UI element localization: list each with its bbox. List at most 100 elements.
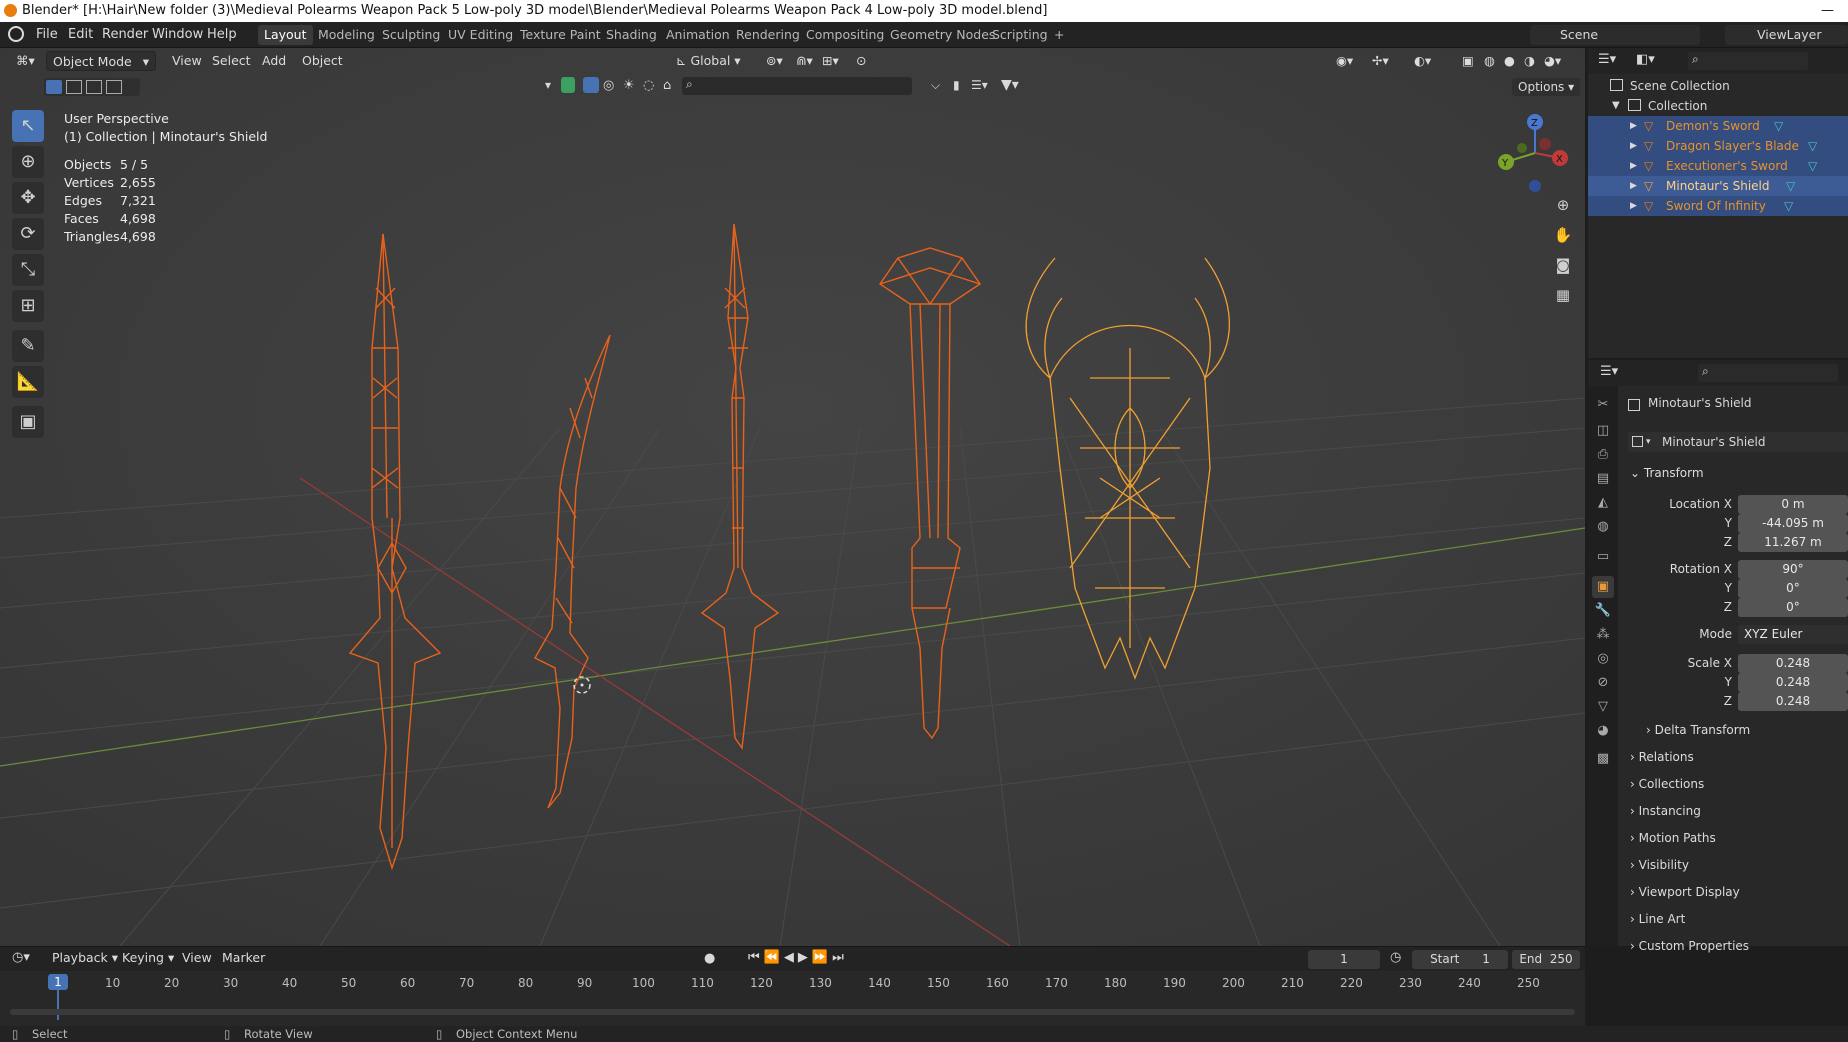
filter-mesh-icon[interactable] [583, 77, 599, 93]
add-cube-tool[interactable]: ▣ [12, 406, 44, 438]
menu-edit[interactable]: Edit [68, 27, 93, 42]
xray-toggle-icon[interactable]: ▣ [1456, 51, 1480, 71]
tab-compositing[interactable]: Compositing [800, 25, 890, 45]
motion-paths-panel[interactable]: › Motion Paths [1630, 827, 1848, 849]
bookmark-icon[interactable]: ▮ [953, 78, 960, 92]
particles-tab-icon[interactable]: ⁂ [1592, 624, 1614, 646]
scale-y-field[interactable]: 0.248 [1738, 673, 1848, 692]
line-art-panel[interactable]: › Line Art [1630, 908, 1848, 930]
tool-tab-icon[interactable]: ✂ [1592, 394, 1614, 416]
menu-select[interactable]: Select [206, 51, 257, 71]
sort-icon[interactable]: ☰▾ [971, 78, 988, 92]
tab-uv-editing[interactable]: UV Editing [442, 25, 519, 45]
select-invert-icon[interactable] [106, 80, 122, 94]
rotation-z-field[interactable]: 0° [1738, 598, 1848, 617]
timeline-scrollbar[interactable] [10, 1009, 1575, 1015]
menu-add[interactable]: Add [256, 51, 292, 71]
snap-icon[interactable]: ⋒▾ [790, 51, 819, 71]
stopwatch-icon[interactable]: ◷ [1390, 950, 1401, 965]
pivot-point-icon[interactable]: ⊚▾ [760, 51, 789, 71]
ortho-grid-icon[interactable]: ▦ [1550, 282, 1576, 308]
navigation-gizmo[interactable]: Z Y X [1490, 108, 1580, 198]
select-new-icon[interactable] [46, 80, 62, 94]
render-tab-icon[interactable]: ◫ [1592, 420, 1614, 442]
pan-hand-icon[interactable]: ✋ [1550, 222, 1576, 248]
object-type-icon[interactable] [561, 77, 575, 93]
location-x-field[interactable]: 0 m [1738, 495, 1848, 514]
constraints-tab-icon[interactable]: ⊘ [1592, 672, 1614, 694]
view-layer-tab-icon[interactable]: ▤ [1592, 468, 1614, 490]
outliner-item[interactable]: ▶ ▽ Sword Of Infinity ▽ [1588, 196, 1848, 216]
physics-tab-icon[interactable]: ◎ [1592, 648, 1614, 670]
view-layer-selector[interactable]: ViewLayer [1725, 25, 1848, 45]
rotation-x-field[interactable]: 90° [1738, 560, 1848, 579]
cursor-tool[interactable]: ⊕ [12, 146, 44, 178]
outliner-collection[interactable]: ▼ Collection [1588, 96, 1848, 116]
chevron-down-icon[interactable]: ▾ [545, 78, 551, 92]
select-box-tool[interactable]: ↖ [12, 110, 44, 142]
menu-help[interactable]: Help [207, 27, 237, 42]
object-name-field[interactable]: ▾ Minotaur's Shield [1628, 432, 1848, 452]
menu-object[interactable]: Object [296, 51, 349, 71]
transform-panel-header[interactable]: ⌄ Transform [1630, 462, 1848, 484]
tab-scripting[interactable]: Scripting [986, 25, 1054, 45]
expand-right-icon[interactable]: ▶ [1630, 176, 1637, 196]
end-frame-field[interactable]: End 250 [1512, 950, 1580, 969]
camera-icon[interactable]: ◙ [1550, 252, 1576, 278]
menu-keying[interactable]: Keying ▾ [116, 948, 180, 968]
menu-file[interactable]: File [36, 27, 58, 42]
snap-target-icon[interactable]: ⊞▾ [816, 51, 845, 71]
menu-window[interactable]: Window [152, 27, 203, 42]
tab-geometry-nodes[interactable]: Geometry Nodes [884, 25, 1001, 45]
modifier-tab-icon[interactable]: 🔧 [1592, 600, 1614, 622]
viewport-display-panel[interactable]: › Viewport Display [1630, 881, 1848, 903]
measure-tool[interactable]: 📐 [12, 366, 44, 398]
scale-x-field[interactable]: 0.248 [1738, 654, 1848, 673]
properties-search-input[interactable]: ⌕ [1698, 364, 1838, 382]
annotate-tool[interactable]: ✎ [12, 330, 44, 362]
filter-camera-icon[interactable]: ◌ [643, 78, 654, 93]
editor-type-icon[interactable]: ⌘▾ [10, 51, 41, 71]
location-z-field[interactable]: 11.267 m [1738, 533, 1848, 552]
material-tab-icon[interactable]: ◕ [1592, 720, 1614, 742]
proportional-edit-icon[interactable]: ⊙ [850, 51, 872, 71]
texture-tab-icon[interactable]: ▩ [1592, 748, 1614, 770]
rotation-y-field[interactable]: 0° [1738, 579, 1848, 598]
tab-sculpting[interactable]: Sculpting [376, 25, 446, 45]
expand-down-icon[interactable]: ▼ [1612, 96, 1620, 116]
outliner-editor-icon[interactable]: ☰▾ [1598, 52, 1616, 67]
custom-properties-panel[interactable]: › Custom Properties [1630, 935, 1848, 957]
tab-modeling[interactable]: Modeling [312, 25, 381, 45]
tab-animation[interactable]: Animation [660, 25, 736, 45]
selection-mode-buttons[interactable] [44, 78, 140, 96]
shading-rendered-icon[interactable]: ◕▾ [1538, 51, 1567, 71]
current-frame-indicator[interactable]: 1 [48, 974, 68, 990]
rotate-tool[interactable]: ⟳ [12, 218, 44, 250]
menu-playback[interactable]: Playback ▾ [46, 948, 124, 968]
expand-right-icon[interactable]: ▶ [1630, 136, 1637, 156]
select-subtract-icon[interactable] [86, 80, 102, 94]
outliner-item[interactable]: ▶ ▽ Dragon Slayer's Blade ▽ [1588, 136, 1848, 156]
playback-controls[interactable]: ⏮⏪◀▶⏩⏭ [748, 950, 848, 965]
select-extend-icon[interactable] [66, 80, 82, 94]
output-tab-icon[interactable]: ⎙ [1592, 444, 1614, 466]
options-button[interactable]: Options ▾ [1512, 78, 1581, 96]
outliner-item[interactable]: ▶ ▽ Executioner's Sword ▽ [1588, 156, 1848, 176]
world-tab-icon[interactable]: ◍ [1592, 516, 1614, 538]
outliner-item[interactable]: ▶ ▽ Demon's Sword ▽ [1588, 116, 1848, 136]
visibility-icon[interactable]: ◉▾ [1330, 51, 1359, 71]
start-frame-field[interactable]: Start 1 [1412, 950, 1508, 969]
filter-empty-icon[interactable]: ⌂ [663, 78, 671, 93]
object-tab-icon[interactable]: ▣ [1592, 576, 1614, 598]
instancing-panel[interactable]: › Instancing [1630, 800, 1848, 822]
collection-tab-icon[interactable]: ▭ [1592, 546, 1614, 568]
data-tab-icon[interactable]: ▽ [1592, 696, 1614, 718]
timeline-panel[interactable]: ◷▾ Playback ▾ Keying ▾ View Marker ● ⏮⏪◀… [0, 946, 1585, 1026]
scale-tool[interactable]: ⤡ [12, 254, 44, 286]
viewport-search-input[interactable]: ⌕ [682, 77, 912, 95]
scene-selector[interactable]: Scene [1530, 25, 1700, 45]
outliner-scene-collection[interactable]: Scene Collection [1588, 76, 1848, 96]
minimize-button[interactable]: — [1821, 0, 1834, 22]
expand-right-icon[interactable]: ▶ [1630, 116, 1637, 136]
visibility-panel[interactable]: › Visibility [1630, 854, 1848, 876]
